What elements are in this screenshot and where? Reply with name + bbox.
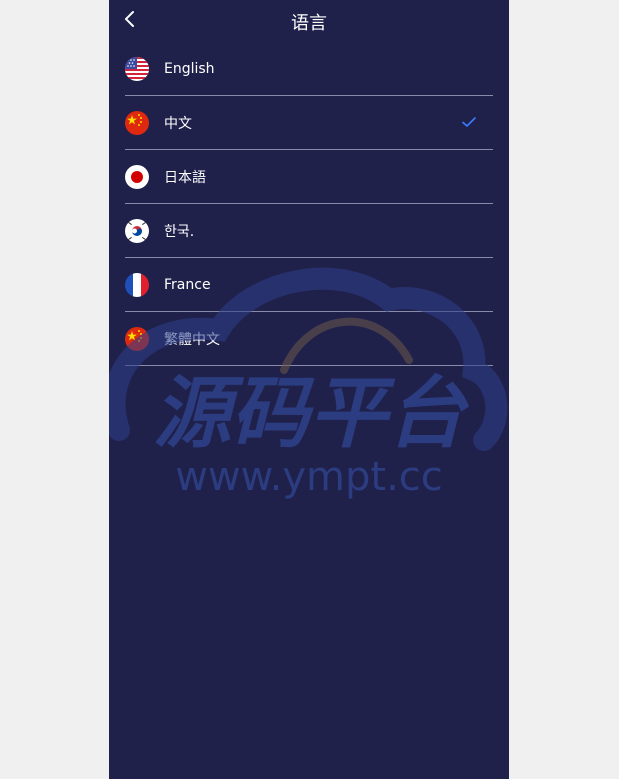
language-item-japanese[interactable]: 日本語 [125, 150, 493, 204]
language-label: 繁體中文 [164, 331, 220, 348]
language-item-france[interactable]: France [125, 258, 493, 312]
header: 语言 [109, 0, 509, 42]
language-screen: 语言 English 中文 日本語 한국. France 繁體中文 源码平台 w… [109, 0, 509, 779]
language-item-chinese[interactable]: 中文 [125, 96, 493, 150]
jp-flag-icon [125, 164, 149, 189]
language-item-english[interactable]: English [125, 42, 493, 96]
language-label: 中文 [164, 115, 192, 132]
checkmark-icon [462, 117, 476, 127]
tw-cn-flag-icon [125, 326, 149, 351]
watermark-brand: 源码平台 [153, 369, 470, 459]
us-flag-icon [125, 56, 149, 81]
language-label: France [164, 276, 211, 293]
language-item-korean[interactable]: 한국. [125, 204, 493, 258]
language-label: English [164, 60, 215, 77]
language-label: 日本語 [164, 169, 206, 186]
watermark-url: www.ympt.cc [175, 454, 443, 500]
language-label: 한국. [164, 223, 195, 240]
language-list: English 中文 日本語 한국. France 繁體中文 [125, 42, 493, 366]
fr-flag-icon [125, 272, 149, 297]
language-item-traditional-chinese[interactable]: 繁體中文 [125, 312, 493, 366]
page-title: 语言 [291, 13, 327, 34]
kr-flag-icon [125, 218, 149, 243]
cn-flag-icon [125, 110, 149, 135]
